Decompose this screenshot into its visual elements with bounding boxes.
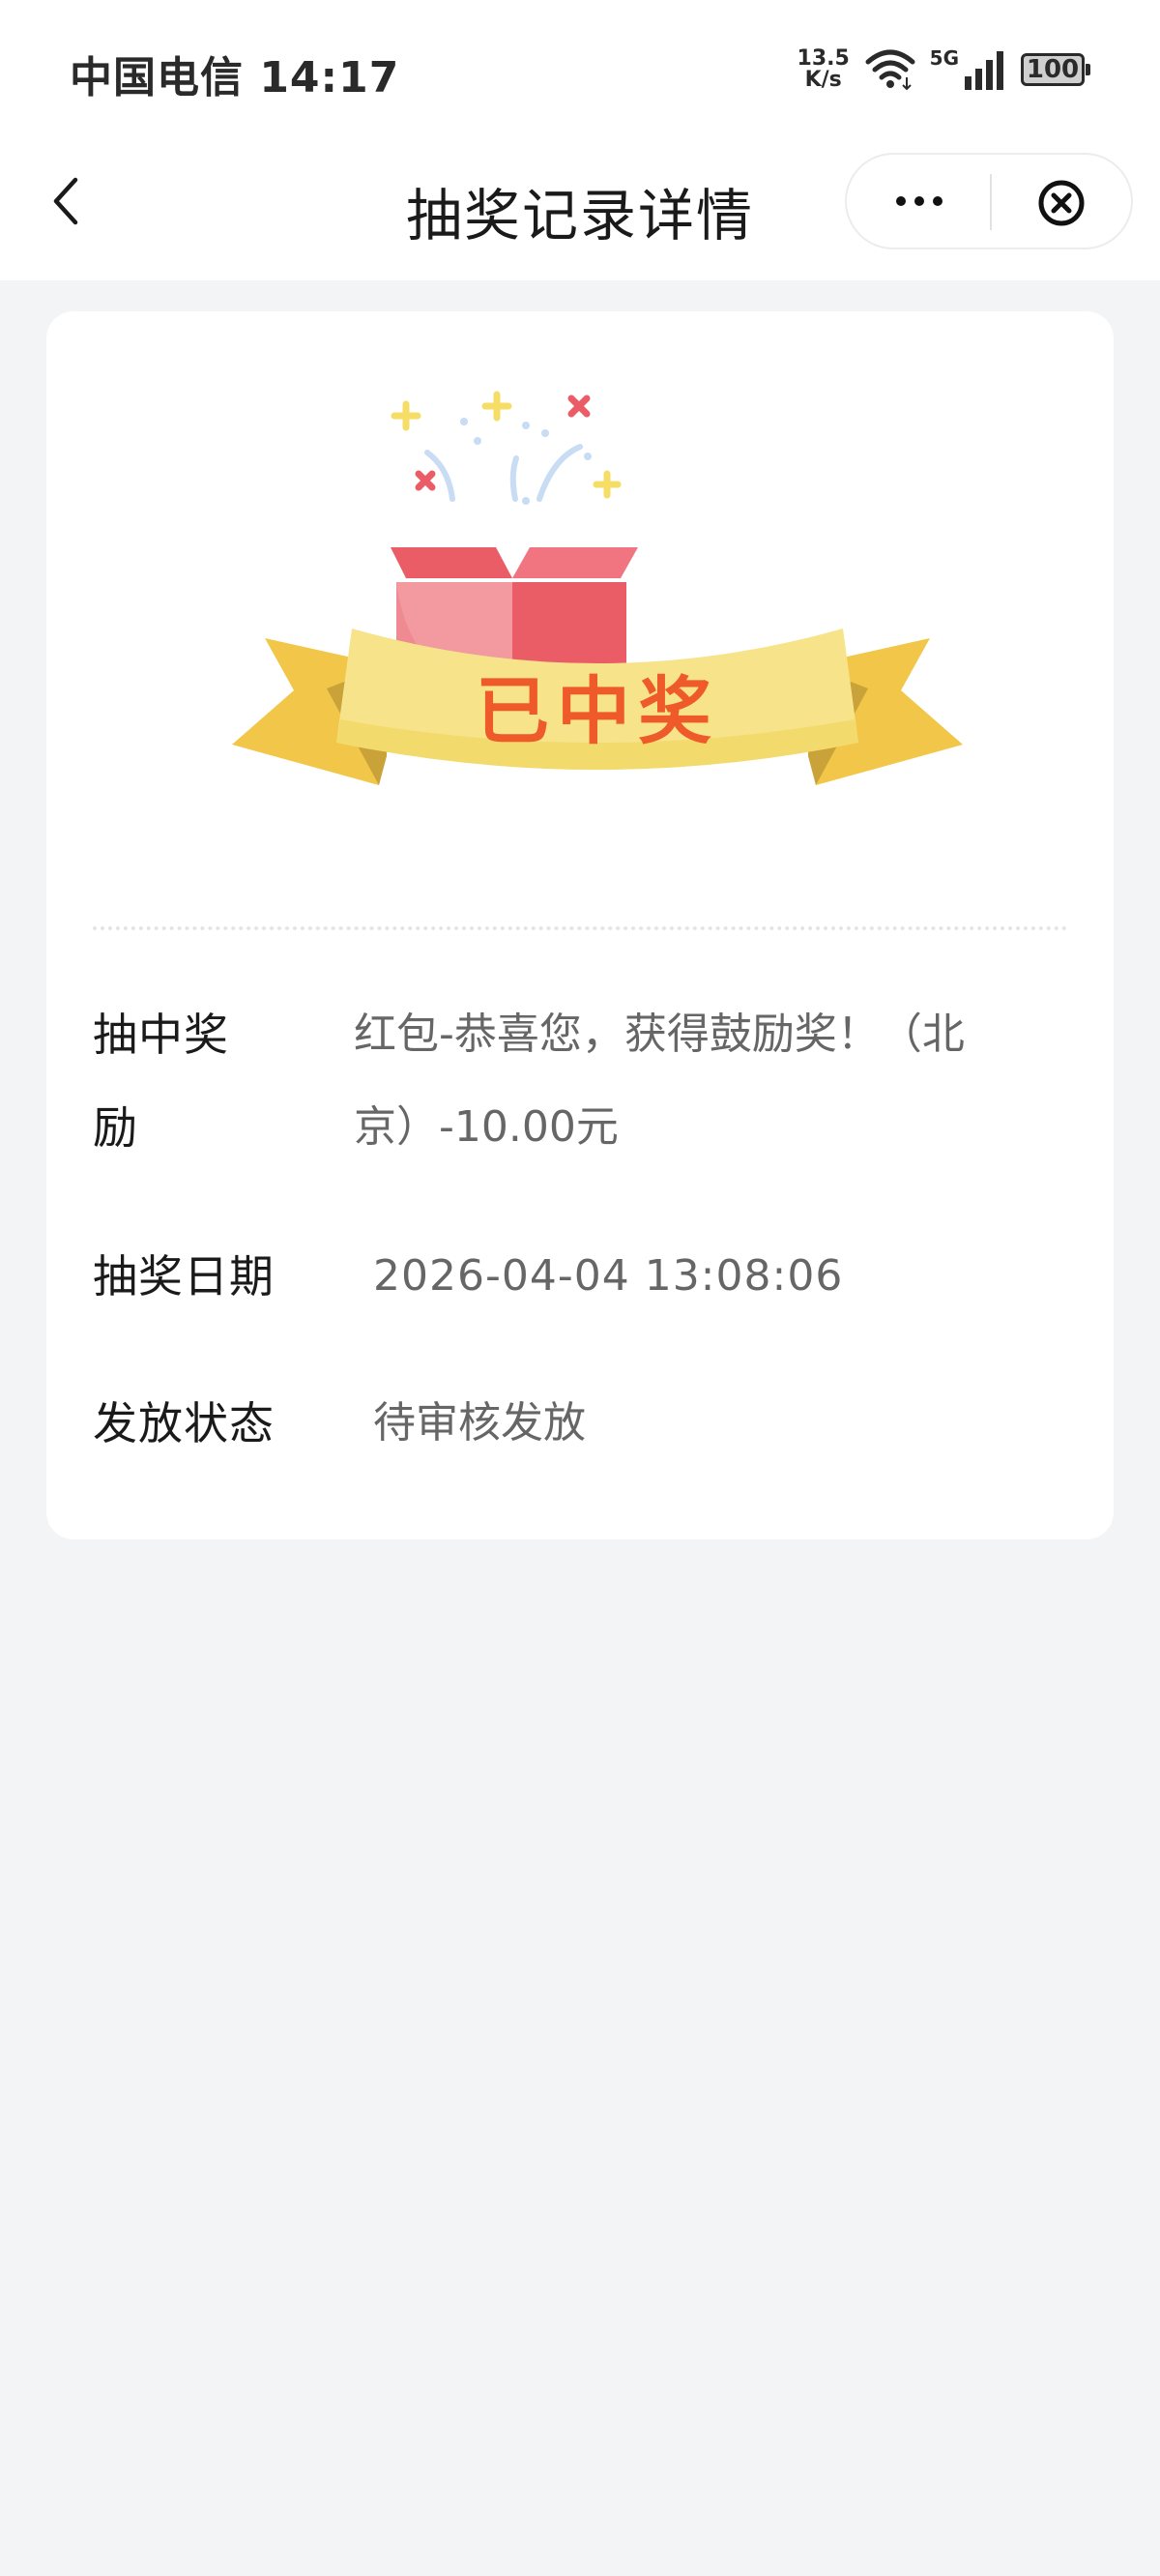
- battery-icon: 100: [1021, 53, 1090, 86]
- dotted-divider: [93, 926, 1067, 930]
- net-speed-unit: K/s: [804, 68, 842, 92]
- status-bar: 中国电信 14:17 13.5 K/s 5G 100: [0, 0, 1160, 141]
- wifi-icon: [865, 49, 915, 91]
- prize-value: 红包-恭喜您，获得鼓励奖！（北京）-10.00元: [354, 1010, 965, 1152]
- more-button[interactable]: [885, 174, 953, 228]
- net-speed-value: 13.5: [797, 46, 850, 71]
- net-speed: 13.5 K/s: [797, 48, 851, 91]
- prize-won-banner: 已中奖: [232, 391, 963, 785]
- signal-icon: [965, 51, 1003, 90]
- mini-program-capsule: [845, 153, 1133, 249]
- sparkle-decoration-icon: [391, 391, 622, 505]
- prize-label: 抽中奖励: [93, 1009, 229, 1154]
- capsule-divider: [990, 174, 992, 230]
- close-circle-icon[interactable]: [1036, 178, 1087, 228]
- network-gen-label: 5G: [929, 46, 959, 70]
- draw-date-label: 抽奖日期: [93, 1250, 275, 1303]
- more-dot: [933, 196, 942, 206]
- issue-status-label: 发放状态: [93, 1397, 275, 1449]
- nav-bar: 抽奖记录详情: [0, 141, 1160, 280]
- draw-date-value: 2026-04-04 13:08:06: [373, 1251, 844, 1301]
- record-detail-card: 已中奖 抽中奖励 红包-恭喜您，获得鼓励奖！（北京）-10.00元 抽奖日期 2…: [46, 311, 1114, 1539]
- more-dot: [914, 196, 924, 206]
- issue-status-value: 待审核发放: [373, 1398, 586, 1448]
- status-icons: 13.5 K/s 5G 100: [797, 44, 1090, 95]
- carrier-time: 中国电信 14:17: [70, 53, 400, 102]
- prize-won-label: 已中奖: [476, 668, 719, 754]
- more-dots-icon: [896, 196, 906, 206]
